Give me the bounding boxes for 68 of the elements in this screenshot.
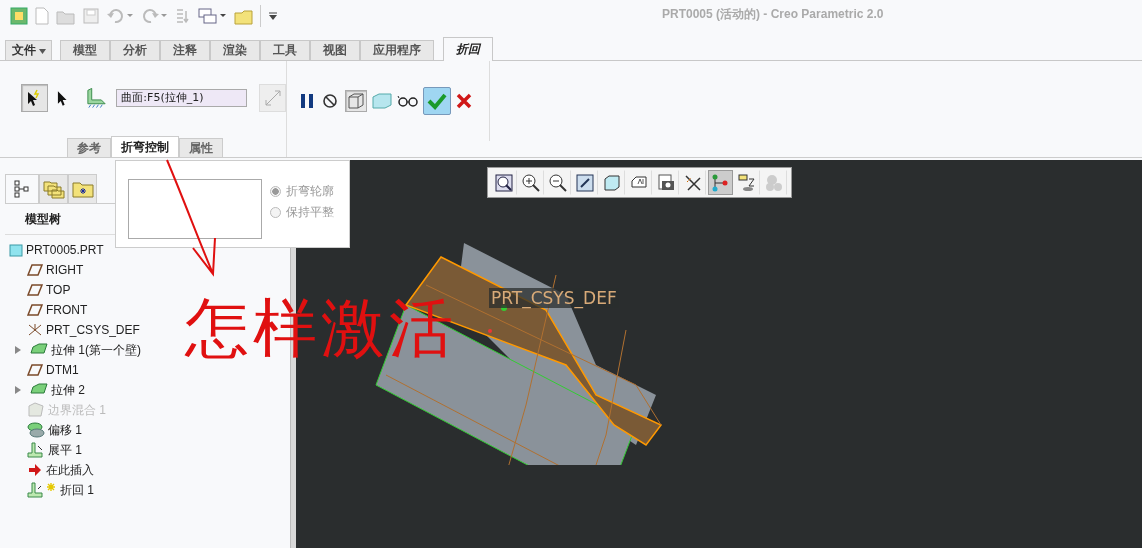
list-box[interactable] [128, 179, 262, 239]
nodes-icon[interactable] [707, 170, 733, 195]
undo-icon[interactable] [106, 7, 134, 25]
coordinate-system-icon [27, 323, 43, 337]
glasses-icon[interactable] [397, 94, 419, 108]
dashboard-tab[interactable]: 参考 [67, 138, 111, 157]
tree-item[interactable]: RIGHT [46, 263, 84, 277]
tree-item[interactable]: FRONT [46, 303, 88, 317]
expand-arrow-icon[interactable] [14, 345, 22, 355]
checkmark-icon [427, 92, 447, 110]
pause-icon[interactable] [299, 92, 315, 110]
wireframe-preview-button[interactable] [345, 90, 367, 112]
surface-icon [85, 86, 109, 110]
tree-item[interactable]: 偏移 1 [48, 421, 82, 439]
datum-plane-icon [27, 283, 43, 297]
insert-arrow-icon [27, 463, 43, 477]
file-menu-button[interactable]: 文件 [5, 40, 52, 60]
part-cube-icon [9, 243, 23, 257]
windows-icon[interactable] [198, 7, 228, 25]
reference-collector-field[interactable]: 曲面:F5(拉伸_1) [116, 89, 248, 107]
tree-item[interactable]: TOP [46, 283, 71, 297]
csys-label: PRT_CSYS_DEF [489, 288, 619, 308]
ribbon-tab[interactable]: 折回 [443, 37, 493, 61]
extrude-icon [30, 343, 48, 357]
dashboard-tab[interactable]: 属性 [179, 138, 223, 157]
cancel-icon[interactable] [455, 92, 473, 110]
regenerate-icon[interactable] [174, 7, 192, 25]
tree-item[interactable]: 在此插入 [46, 461, 94, 479]
expand-arrow-icon[interactable] [14, 385, 22, 395]
ribbon-tab[interactable]: 工具 [260, 40, 310, 60]
select-tool-button[interactable] [21, 84, 48, 112]
prohibited-icon [322, 93, 338, 109]
datum-plane-icon [27, 303, 43, 317]
diagonal-arrows-icon [262, 88, 283, 108]
tree-item[interactable]: 折回 1 [60, 481, 94, 499]
offset-icon [27, 422, 45, 438]
tree-icon [14, 180, 30, 198]
tree-item[interactable]: 拉伸 2 [51, 381, 85, 399]
caret-icon [39, 49, 46, 54]
tree-item[interactable]: 展平 1 [48, 441, 82, 459]
tree-item[interactable]: PRT_CSYS_DEF [46, 323, 140, 337]
favorites-folder-tab[interactable] [68, 174, 97, 203]
flatten-icon [27, 442, 45, 458]
ribbon-tab[interactable]: 模型 [60, 40, 110, 60]
datum-plane-icon [27, 263, 43, 277]
ribbon-tab[interactable]: 分析 [110, 40, 160, 60]
extrude-icon [30, 383, 48, 397]
redo-icon[interactable] [140, 7, 168, 25]
ribbon-tab[interactable]: 视图 [310, 40, 360, 60]
tree-item[interactable]: 拉伸 1(第一个壁) [51, 341, 141, 359]
tree-item[interactable]: PRT0005.PRT [26, 243, 104, 257]
bend-back-icon [27, 482, 57, 498]
ribbon-tab[interactable]: 渲染 [210, 40, 260, 60]
tree-item[interactable]: DTM1 [46, 363, 79, 377]
model-tree-tab[interactable] [5, 174, 39, 203]
folder-stack-tab[interactable] [39, 174, 68, 203]
ribbon-tab[interactable]: 应用程序 [360, 40, 434, 60]
dropdown-caret-icon[interactable] [267, 11, 279, 21]
star-folder-icon [71, 180, 94, 198]
wireframe-box-icon [347, 92, 365, 110]
dashboard-tab[interactable]: 折弯控制 [111, 136, 179, 157]
folder-stack-icon [42, 179, 65, 199]
blend-surface-icon [27, 402, 45, 418]
ribbon-tab[interactable]: 注释 [160, 40, 210, 60]
folder-icon[interactable] [234, 7, 254, 25]
window-title: PRT0005 (活动的) - Creo Parametric 2.0 [662, 6, 884, 23]
datum-plane-icon [27, 363, 43, 377]
app-icon[interactable] [10, 7, 28, 25]
